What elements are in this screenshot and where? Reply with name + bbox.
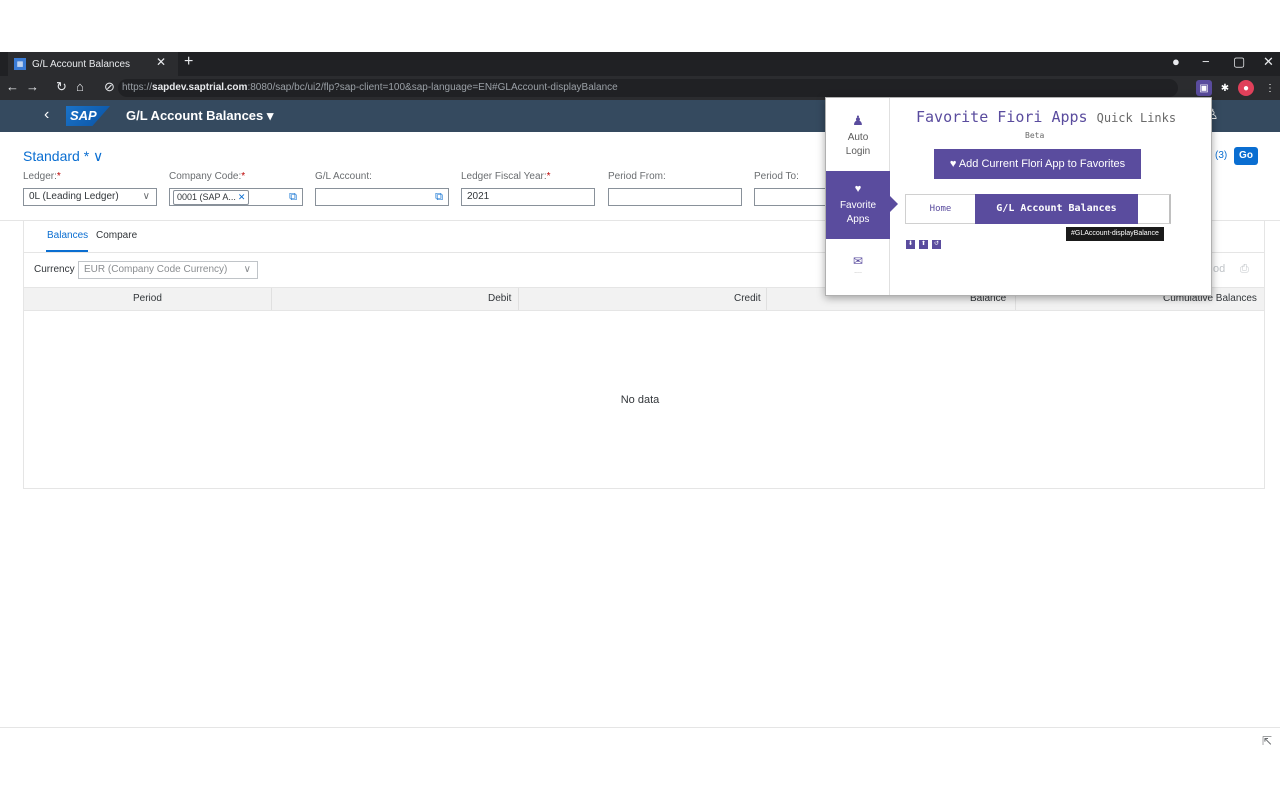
home-icon[interactable]: ⌂ [76,79,84,94]
company-code-input[interactable]: 0001 (SAP A... ✕ ⧉ [169,188,303,206]
extensions-puzzle-icon[interactable]: ✱ [1217,80,1233,96]
forward-arrow-icon[interactable]: → [26,79,39,94]
sidebar-item-label: .... [854,268,862,275]
fiori-extension-icon[interactable]: ▣ [1196,80,1212,96]
sidebar-item-favorite-apps-content[interactable]: ♥ Favorite Apps [826,183,890,227]
new-tab-icon[interactable]: + [184,53,193,71]
download-icon[interactable]: ⬇ [906,240,915,249]
value-help-icon[interactable]: ⧉ [289,189,297,205]
sidebar-item-mail[interactable]: ✉ .... [826,254,890,275]
app-title-menu[interactable]: G/L Account Balances ▾ [126,108,273,124]
site-info-icon[interactable]: ⊘ [104,79,115,95]
value-help-icon[interactable]: ⧉ [435,189,443,205]
browser-tab[interactable]: ▦ G/L Account Balances [8,52,178,76]
column-debit[interactable]: Debit [488,293,511,304]
breadcrumb-current-app[interactable]: G/L Account Balances [975,194,1138,224]
mail-icon: ✉ [852,254,864,268]
currency-select[interactable]: EUR (Company Code Currency) ∨ [78,261,258,279]
period-from-label: Period From: [608,171,666,182]
heart-icon: ♥ [854,183,862,195]
app-tooltip: #GLAccount-displayBalance [1066,227,1164,241]
footer-divider [0,727,1280,728]
column-separator [271,288,272,310]
tab-title: G/L Account Balances [32,58,131,70]
tab-compare[interactable]: Compare [96,230,137,241]
token-remove-icon[interactable]: ✕ [238,192,246,202]
breadcrumb-home[interactable]: Home [906,195,975,223]
chevron-down-icon: ∨ [142,191,150,202]
fiscal-year-input[interactable]: 2021 [461,188,595,206]
ledger-select[interactable]: 0L (Leading Ledger) ∨ [23,188,157,206]
reload-icon[interactable]: ↻ [56,79,67,95]
period-to-label: Period To: [754,171,799,182]
upload-icon[interactable]: ⬆ [919,240,928,249]
tab-balances[interactable]: Balances [47,230,88,241]
fiscal-year-label: Ledger Fiscal Year:* [461,171,551,182]
shell-back-icon[interactable]: ‹ [44,106,49,124]
maximize-icon[interactable]: ▢ [1233,54,1245,70]
sidebar-item-label: Auto Login [845,132,871,157]
no-data-text: No data [620,394,660,406]
column-period[interactable]: Period [133,293,162,304]
browser-menu-icon[interactable]: ⋮ [1262,80,1278,96]
chevron-down-icon: ∨ [243,264,251,275]
toolbar-partial-label[interactable]: od [1213,263,1225,275]
profile-icon[interactable]: ● [1172,54,1180,69]
external-link-icon[interactable]: ⇱ [1262,734,1272,748]
period-from-input[interactable] [608,188,742,206]
company-code-token[interactable]: 0001 (SAP A... ✕ [173,190,250,205]
popup-beta-label: Beta [1025,131,1045,140]
add-to-favorites-button[interactable]: ♥ Add Current Flori App to Favorites [934,149,1141,179]
export-icon[interactable]: ⎙ [1240,263,1249,276]
tab-close-icon[interactable]: ✕ [156,55,166,69]
column-separator [518,288,519,310]
filter-count[interactable]: (3) [1215,150,1227,161]
extension-record-icon[interactable]: ● [1238,80,1254,96]
reset-icon[interactable]: ↺ [932,240,941,249]
window-close-icon[interactable]: ✕ [1263,54,1274,70]
gl-account-input[interactable]: ⧉ [315,188,449,206]
variant-selector[interactable]: Standard * ∨ [23,148,103,165]
back-arrow-icon[interactable]: ← [6,79,19,94]
url-field[interactable]: https://sapdev.saptrial.com:8080/sap/bc/… [118,79,1178,97]
tab-favicon-icon: ▦ [14,58,26,70]
column-credit[interactable]: Credit [734,293,761,304]
currency-label: Currency [34,264,75,275]
active-arrow [890,196,898,212]
go-button[interactable]: Go [1234,147,1258,165]
sidebar-item-label: Favorite Apps [839,200,877,225]
popup-title: Favorite Fiori Apps Quick Links [916,108,1177,126]
period-to-input[interactable] [754,188,826,206]
ledger-label: Ledger:* [23,171,61,182]
gl-account-label: G/L Account: [315,171,372,182]
company-code-label: Company Code:* [169,171,246,182]
column-separator [766,288,767,310]
user-icon: ♟ [852,113,864,128]
minimize-icon[interactable]: − [1202,54,1210,69]
sidebar-item-auto-login[interactable]: ♟ Auto Login [826,113,890,159]
